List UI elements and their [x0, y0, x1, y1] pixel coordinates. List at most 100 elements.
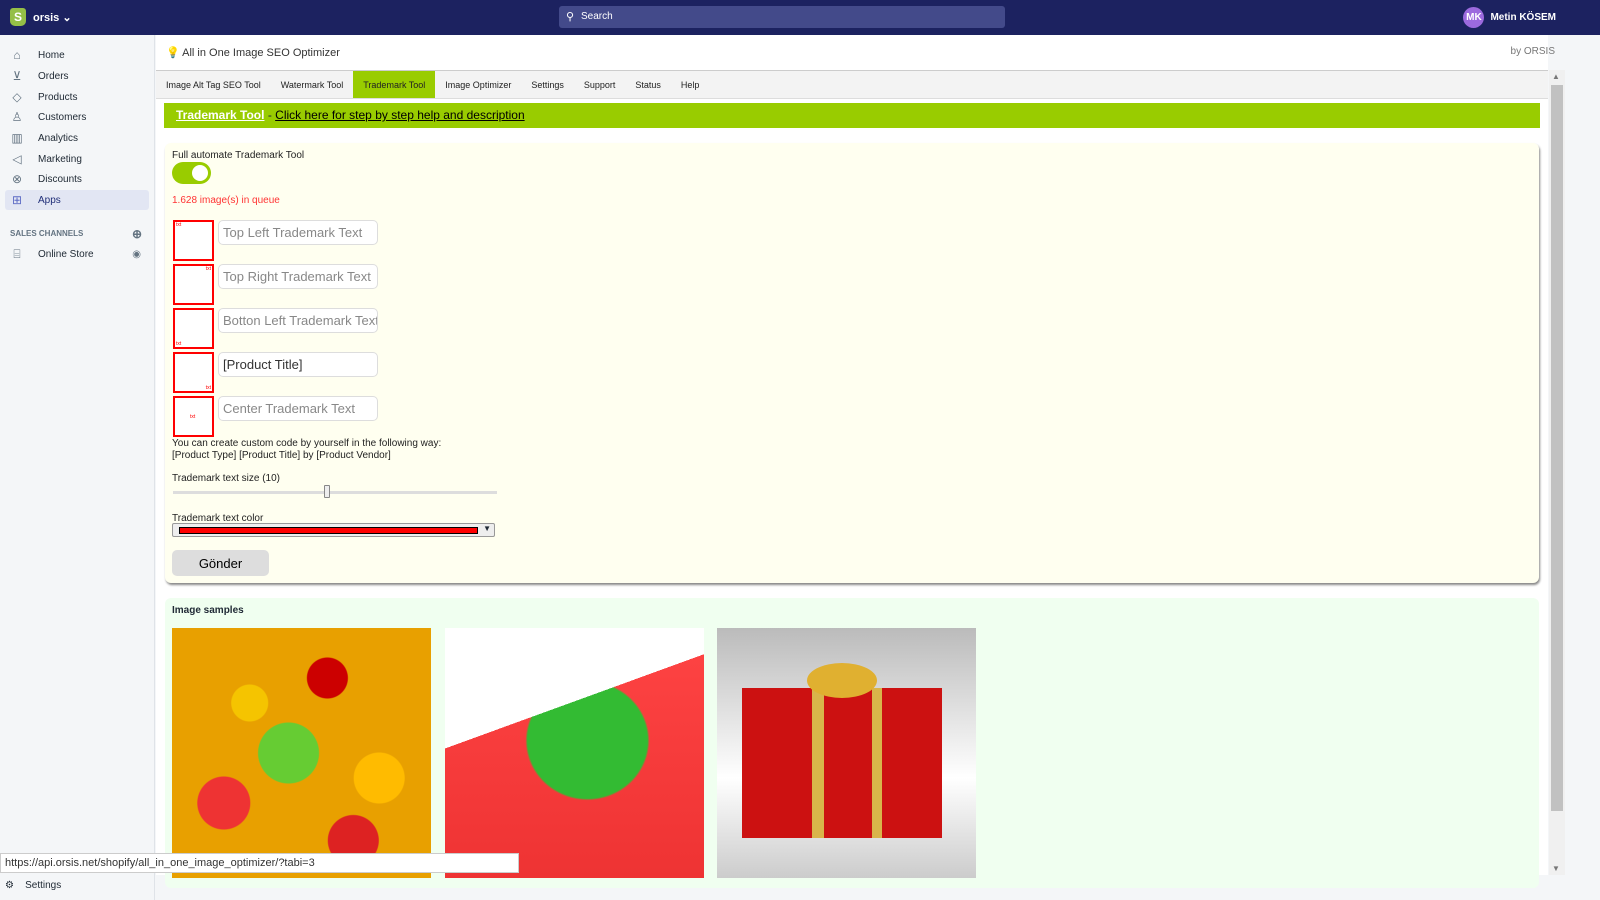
top-bar: S orsis ⌄ ⚲ Search MK Metin KÖSEM: [0, 0, 1600, 35]
avatar: MK: [1463, 7, 1485, 28]
sidebar-item-label: Products: [38, 91, 78, 103]
status-bar-url: https://api.orsis.net/shopify/all_in_one…: [0, 853, 519, 873]
home-icon: ⌂: [13, 48, 21, 62]
sidebar-item-label: Discounts: [38, 173, 82, 185]
scroll-up-icon[interactable]: ▲: [1552, 72, 1560, 81]
app-title: 💡 All in One Image SEO Optimizer: [166, 46, 340, 59]
discount-icon: ⊗: [11, 172, 23, 186]
by-orsis: by ORSIS: [1510, 46, 1555, 57]
text-color-select[interactable]: ▼: [172, 523, 495, 537]
position-preview-bottom-left: txt: [173, 308, 214, 349]
trademark-tool-link[interactable]: Trademark Tool: [176, 108, 264, 122]
position-preview-center: txt: [173, 396, 214, 437]
queue-count: 1.628 image(s) in queue: [172, 195, 280, 206]
sidebar-item-products[interactable]: ◇ Products: [5, 87, 149, 107]
store-switcher[interactable]: orsis ⌄: [33, 11, 72, 24]
megaphone-icon: ◁: [12, 152, 22, 166]
trademark-form-panel: Full automate Trademark Tool 1.628 image…: [165, 143, 1539, 583]
full-automate-toggle[interactable]: [172, 162, 211, 184]
tab-support[interactable]: Support: [574, 71, 626, 98]
sidebar-item-label: Home: [38, 49, 65, 61]
sidebar-item-label: Customers: [38, 111, 87, 123]
tab-bar: Image Alt Tag SEO Tool Watermark Tool Tr…: [156, 70, 1548, 99]
preview-text: txt: [176, 341, 182, 347]
sample-image-tomatoes: [172, 628, 431, 878]
dropdown-arrow-icon: ▼: [483, 524, 491, 533]
sidebar-item-analytics[interactable]: ▥ Analytics: [5, 128, 149, 148]
tab-status[interactable]: Status: [625, 71, 671, 98]
shopify-logo-icon[interactable]: S: [10, 8, 26, 26]
tab-trademark[interactable]: Trademark Tool: [353, 71, 436, 98]
tag-icon: ◇: [12, 90, 22, 104]
gift-bow: [807, 663, 877, 698]
sidebar-item-discounts[interactable]: ⊗ Discounts: [5, 169, 149, 189]
store-icon: ⌸: [13, 246, 21, 261]
custom-code-help: You can create custom code by yourself i…: [172, 438, 442, 449]
sample-image-red-gift-box: [717, 628, 976, 878]
preview-text: txt: [205, 385, 211, 391]
tab-help[interactable]: Help: [671, 71, 710, 98]
apps-icon: ⊞: [11, 193, 23, 207]
search-placeholder: Search: [581, 11, 613, 22]
position-preview-top-left: txt: [173, 220, 214, 261]
preview-text: txt: [205, 266, 211, 272]
search-icon: ⚲: [566, 11, 575, 23]
top-left-text-input[interactable]: [218, 220, 378, 245]
eye-icon[interactable]: ◉: [132, 249, 141, 260]
scroll-down-icon[interactable]: ▼: [1552, 864, 1560, 873]
tab-settings[interactable]: Settings: [521, 71, 574, 98]
top-right-text-input[interactable]: [218, 264, 378, 289]
image-samples-panel: Image samples: [165, 598, 1539, 888]
sidebar-item-home[interactable]: ⌂ Home: [5, 45, 149, 65]
add-channel-icon[interactable]: ⊕: [132, 227, 142, 241]
sidebar-item-label: Orders: [38, 70, 69, 82]
app-title-text: All in One Image SEO Optimizer: [182, 47, 340, 59]
custom-code-example: [Product Type] [Product Title] by [Produ…: [172, 450, 391, 461]
position-preview-bottom-right: txt: [173, 352, 214, 393]
sidebar-item-label: Apps: [38, 194, 61, 206]
help-link[interactable]: Click here for step by step help and des…: [275, 108, 524, 122]
preview-text: txt: [190, 414, 196, 420]
user-name: Metin KÖSEM: [1490, 12, 1556, 23]
position-preview-top-right: txt: [173, 264, 214, 305]
sidebar-item-marketing[interactable]: ◁ Marketing: [5, 149, 149, 169]
sample-image-green-bow-gift: [445, 628, 704, 878]
sidebar-item-orders[interactable]: ⊻ Orders: [5, 66, 149, 86]
app-frame: 💡 All in One Image SEO Optimizer by ORSI…: [156, 35, 1555, 888]
gift-box: [742, 688, 942, 838]
chevron-down-icon: ⌄: [62, 12, 72, 24]
bottom-right-text-input[interactable]: [218, 352, 378, 377]
scroll-thumb[interactable]: [1551, 85, 1563, 811]
text-size-label: Trademark text size (10): [172, 473, 280, 484]
lightbulb-icon: 💡: [166, 47, 180, 59]
sidebar: ⌂ Home ⊻ Orders ◇ Products ♙ Customers ▥ Anal…: [0, 35, 155, 900]
sidebar-item-settings[interactable]: ⚙ Settings: [5, 880, 61, 891]
tab-image-optimizer[interactable]: Image Optimizer: [435, 71, 521, 98]
section-banner: Trademark Tool - Click here for step by …: [164, 103, 1540, 128]
center-text-input[interactable]: [218, 396, 378, 421]
sidebar-item-online-store[interactable]: ⌸ Online Store ◉: [5, 244, 149, 264]
slider-thumb[interactable]: [324, 485, 331, 498]
page-scrollbar[interactable]: ▲ ▼: [1549, 70, 1565, 875]
tab-image-alt-tag[interactable]: Image Alt Tag SEO Tool: [156, 71, 271, 98]
submit-button[interactable]: Gönder: [172, 550, 269, 576]
tab-watermark[interactable]: Watermark Tool: [271, 71, 354, 98]
search-input[interactable]: ⚲ Search: [559, 6, 1005, 28]
sidebar-item-customers[interactable]: ♙ Customers: [5, 107, 149, 127]
sales-channels-heading: SALES CHANNELS ⊕: [10, 227, 142, 241]
text-size-slider[interactable]: [173, 485, 497, 498]
gear-icon: ⚙: [5, 880, 14, 891]
separator: -: [264, 108, 276, 122]
bottom-left-text-input[interactable]: [218, 308, 378, 333]
sidebar-item-label: Marketing: [38, 153, 82, 165]
sidebar-item-label: Online Store: [38, 248, 94, 260]
preview-text: txt: [176, 222, 182, 228]
auto-label: Full automate Trademark Tool: [172, 150, 305, 161]
sidebar-item-apps[interactable]: ⊞ Apps: [5, 190, 149, 210]
user-menu[interactable]: MK Metin KÖSEM: [1463, 7, 1556, 28]
sidebar-item-label: Analytics: [38, 132, 79, 144]
store-name: orsis: [33, 12, 60, 24]
sidebar-item-label: Settings: [25, 880, 62, 891]
person-icon: ♙: [11, 110, 23, 124]
orders-icon: ⊻: [12, 69, 22, 83]
